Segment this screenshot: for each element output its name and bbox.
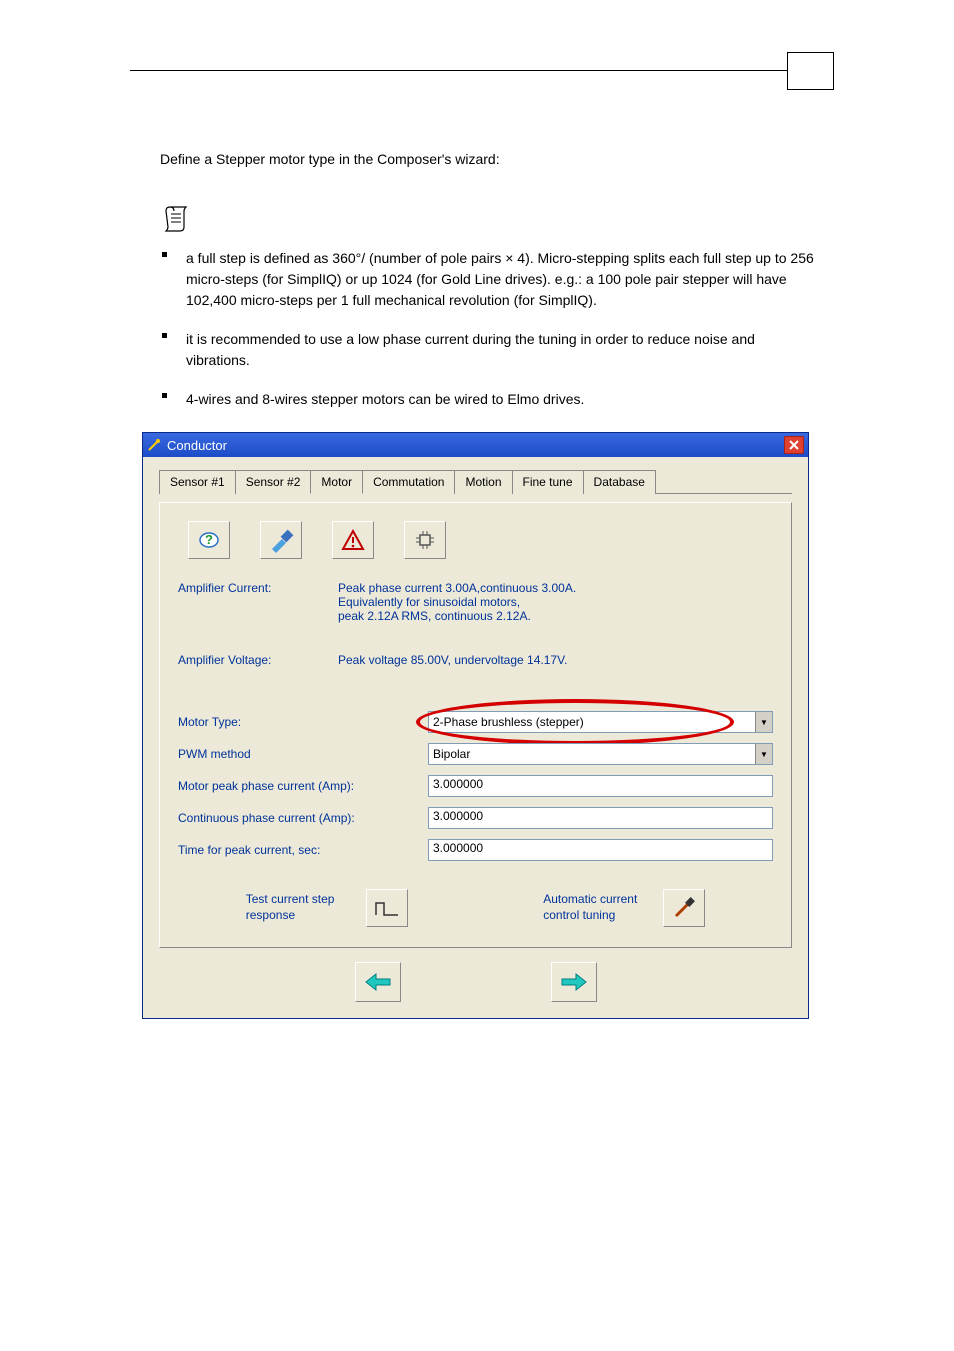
peak-current-input[interactable]: 3.000000 [428,775,773,797]
note-text: it is recommended to use a low phase cur… [186,331,755,368]
amp-current-value: Peak phase current 3.00A,continuous 3.00… [338,581,773,623]
warning-icon [341,528,365,552]
titlebar[interactable]: Conductor [143,433,808,457]
warning-button[interactable] [332,521,374,559]
notes-list: a full step is defined as 360°/ (number … [162,248,814,428]
tab-finetune[interactable]: Fine tune [512,470,584,494]
peak-current-label: Motor peak phase current (Amp): [178,779,428,793]
cont-current-label: Continuous phase current (Amp): [178,811,428,825]
intro-text: Define a Stepper motor type in the Compo… [160,150,814,170]
auto-tune-label: Automatic current control tuning [543,892,653,923]
back-arrow-icon [364,972,392,992]
auto-tune-button[interactable] [663,889,705,927]
close-icon [789,440,799,450]
brush-icon [268,527,294,553]
tab-sensor2[interactable]: Sensor #2 [235,470,312,494]
tab-commutation[interactable]: Commutation [362,470,455,494]
note-text: a full step is defined as 360°/ (number … [186,250,814,308]
pwm-label: PWM method [178,747,428,761]
note-item: 4-wires and 8-wires stepper motors can b… [162,389,814,410]
dialog-title: Conductor [167,438,227,453]
pwm-value: Bipolar [433,747,470,761]
note-item: a full step is defined as 360°/ (number … [162,248,814,311]
time-peak-input[interactable]: 3.000000 [428,839,773,861]
cont-current-input[interactable]: 3.000000 [428,807,773,829]
test-step-label: Test current step response [246,892,356,923]
chip-button[interactable] [404,521,446,559]
tab-motion[interactable]: Motion [454,470,512,494]
tab-motor[interactable]: Motor [310,470,363,494]
next-arrow-icon [560,972,588,992]
screwdriver-icon [671,895,697,921]
back-button[interactable] [355,962,401,1002]
pwm-select[interactable]: Bipolar ▼ [428,743,773,765]
chip-icon [413,528,437,552]
motor-type-select[interactable]: 2-Phase brushless (stepper) ▼ [428,711,773,733]
step-response-icon [374,897,400,919]
chevron-down-icon: ▼ [755,712,772,732]
test-step-button[interactable] [366,889,408,927]
note-item: it is recommended to use a low phase cur… [162,329,814,371]
notes-scroll-icon [162,205,192,240]
chevron-down-icon: ▼ [755,744,772,764]
help-button[interactable]: ? [188,521,230,559]
amp-current-label: Amplifier Current: [178,581,338,623]
tab-database[interactable]: Database [583,470,656,494]
amp-voltage-value: Peak voltage 85.00V, undervoltage 14.17V… [338,653,773,667]
help-icon: ? [198,529,220,551]
tab-strip: Sensor #1 Sensor #2 Motor Commutation Mo… [159,469,792,494]
brush-button[interactable] [260,521,302,559]
amp-voltage-label: Amplifier Voltage: [178,653,338,667]
close-button[interactable] [784,436,804,454]
header-page-box [787,52,834,90]
note-text: 4-wires and 8-wires stepper motors can b… [186,391,584,407]
tab-sensor1[interactable]: Sensor #1 [159,470,236,494]
motor-panel: ? Amplifier Current: Peak phase current … [159,502,792,948]
conductor-dialog: Conductor Sensor #1 Sensor #2 Motor Comm… [142,432,809,1019]
svg-text:?: ? [205,532,213,547]
time-peak-label: Time for peak current, sec: [178,843,428,857]
motor-type-label: Motor Type: [178,715,428,729]
wand-icon [147,438,161,452]
motor-type-value: 2-Phase brushless (stepper) [433,715,584,729]
next-button[interactable] [551,962,597,1002]
header-rule [130,70,834,71]
